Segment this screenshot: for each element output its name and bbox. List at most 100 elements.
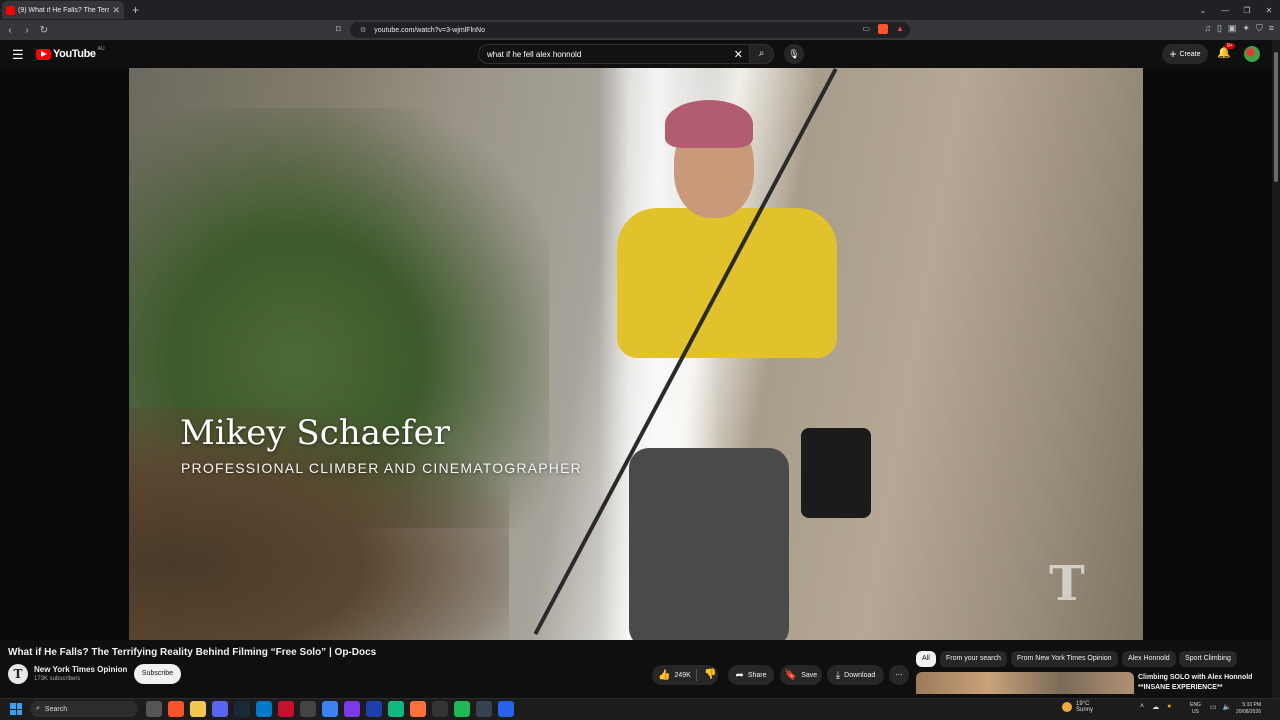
- video-scene-climber-shirt: [617, 208, 837, 358]
- chevron-down-icon[interactable]: ⌄: [1192, 6, 1214, 15]
- save-button[interactable]: 🔖 Save: [780, 665, 822, 685]
- volume-icon: 🔈: [1222, 704, 1232, 711]
- recommendation-thumbnail[interactable]: [916, 672, 1134, 694]
- clock-time: 5:10 PM: [1242, 702, 1262, 708]
- brave-icon[interactable]: [168, 701, 184, 717]
- vscode-icon[interactable]: [256, 701, 272, 717]
- app3-icon[interactable]: [344, 701, 360, 717]
- channel-avatar[interactable]: T: [8, 664, 28, 684]
- windows-start-icon[interactable]: [10, 703, 22, 715]
- subscriber-count: 173K subscribers: [34, 676, 81, 682]
- subscribe-button[interactable]: Subscribe: [134, 664, 181, 684]
- file-explorer-icon[interactable]: [190, 701, 206, 717]
- chip-alex-honnold[interactable]: Alex Honnold: [1122, 651, 1176, 667]
- download-button[interactable]: ⤓ Download: [827, 665, 884, 685]
- notification-count-badge: 9+: [1225, 43, 1235, 49]
- minimize-icon[interactable]: —: [1214, 6, 1236, 15]
- back-icon[interactable]: ‹: [3, 25, 17, 36]
- firefox-icon[interactable]: [410, 701, 426, 717]
- tray-mic-icon[interactable]: ●: [1167, 703, 1171, 711]
- close-tab-icon[interactable]: ✕: [112, 5, 120, 16]
- account-avatar[interactable]: [1244, 46, 1260, 62]
- youtube-favicon-icon: [6, 5, 15, 15]
- app5-icon[interactable]: [388, 701, 404, 717]
- quick-settings[interactable]: ▭ 🔈: [1210, 703, 1231, 711]
- clock-date: 20/08/2026: [1236, 709, 1262, 715]
- sidebar-icon[interactable]: ▯: [1217, 23, 1222, 34]
- cast-icon[interactable]: ▭: [863, 24, 871, 34]
- search-input[interactable]: what if he fell alex honnold ✕: [478, 44, 750, 64]
- chevron-up-icon[interactable]: ˄: [1140, 703, 1144, 711]
- new-tab-icon[interactable]: +: [132, 3, 139, 17]
- youtube-play-icon: [36, 48, 51, 60]
- url-text[interactable]: youtube.com/watch?v=3-wjmlFlnNo: [374, 27, 485, 34]
- forward-icon[interactable]: ›: [20, 25, 34, 36]
- steam-icon[interactable]: [234, 701, 250, 717]
- video-scene-climber-legs: [629, 448, 789, 640]
- network-icon: ▭: [1210, 704, 1217, 711]
- create-button[interactable]: + Create: [1162, 44, 1208, 64]
- app-icon[interactable]: [278, 701, 294, 717]
- like-button[interactable]: 👍 249K 👎: [652, 665, 718, 685]
- youtube-wordmark: YouTube: [53, 48, 96, 60]
- share-icon: ➦: [735, 669, 744, 681]
- tray-app-icon[interactable]: ☁: [1152, 703, 1159, 711]
- chip-from-your-search[interactable]: From your search: [940, 651, 1007, 667]
- menu-icon[interactable]: ≡: [1269, 23, 1274, 34]
- terminal-icon[interactable]: [432, 701, 448, 717]
- thumbs-down-icon[interactable]: 👎: [704, 669, 716, 680]
- taskbar: ⌕ Search 19°C Sunny ˄ ☁ ● ENG US ▭ 🔈 5:1…: [0, 698, 1280, 720]
- page-scrollbar[interactable]: [1272, 40, 1280, 700]
- github-icon[interactable]: [300, 701, 316, 717]
- video-scene-climber-helmet: [665, 100, 753, 148]
- browser-toolbar: ‹ › ↻ ⌑ ⚙ youtube.com/watch?v=3-wjmlFlnN…: [0, 20, 1280, 40]
- browser-tab[interactable]: (9) What if He Falls? The Terri ✕: [2, 1, 124, 19]
- bookmark-save-icon: 🔖: [784, 669, 798, 681]
- taskbar-search[interactable]: ⌕ Search: [30, 701, 138, 717]
- clear-search-icon[interactable]: ✕: [734, 48, 743, 61]
- task-view-icon[interactable]: [146, 701, 162, 717]
- notifications-button[interactable]: 🔔 9+: [1217, 43, 1235, 59]
- clock[interactable]: 5:10 PM 20/08/2026: [1236, 702, 1261, 716]
- video-scene-camera: [801, 428, 871, 518]
- address-bar[interactable]: ⌑ ⚙ youtube.com/watch?v=3-wjmlFlnNo ▭ ▲: [336, 22, 910, 38]
- discord-icon[interactable]: [212, 701, 228, 717]
- app4-icon[interactable]: [366, 701, 382, 717]
- reload-icon[interactable]: ↻: [37, 25, 51, 36]
- spotify-icon[interactable]: [454, 701, 470, 717]
- channel-name[interactable]: New York Times Opinion: [34, 665, 127, 674]
- brave-shield-icon[interactable]: [878, 24, 889, 34]
- chip-from-nyt-opinion[interactable]: From New York Times Opinion: [1011, 651, 1118, 667]
- restore-icon[interactable]: ❐: [1236, 6, 1258, 15]
- site-info-icon[interactable]: ⚙: [360, 26, 366, 34]
- voice-search-button[interactable]: 🎙: [784, 44, 804, 64]
- chip-all[interactable]: All: [916, 651, 936, 667]
- app6-icon[interactable]: [476, 701, 492, 717]
- language-indicator[interactable]: ENG US: [1190, 702, 1201, 716]
- nyt-watermark-logo: T: [1049, 556, 1085, 612]
- vpn-icon[interactable]: ⛉: [1256, 23, 1263, 34]
- app7-icon[interactable]: [498, 701, 514, 717]
- hamburger-menu-icon[interactable]: ☰: [12, 47, 24, 63]
- chip-sport-climbing[interactable]: Sport Climbing: [1179, 651, 1237, 667]
- lower-third-role: PROFESSIONAL CLIMBER AND CINEMATOGRAPHER: [181, 460, 582, 476]
- more-actions-button[interactable]: ⋯: [889, 665, 909, 685]
- scrollbar-thumb[interactable]: [1274, 52, 1278, 182]
- search-icon: ⌕: [758, 48, 765, 59]
- weather-widget[interactable]: 19°C Sunny: [1062, 701, 1093, 713]
- share-button[interactable]: ➦ Share: [728, 665, 774, 685]
- bookmark-icon[interactable]: ⌑: [336, 24, 341, 35]
- recommendation-title[interactable]: Climbing SOLO with Alex Honnold **INSANE…: [1138, 673, 1268, 693]
- search-query[interactable]: what if he fell alex honnold: [487, 50, 581, 59]
- music-icon[interactable]: ♫: [1204, 23, 1211, 34]
- rewards-icon[interactable]: ▲: [896, 24, 904, 34]
- youtube-logo[interactable]: YouTube AU: [36, 46, 105, 60]
- search-button[interactable]: ⌕: [750, 44, 774, 64]
- puzzle-icon[interactable]: ✦: [1242, 23, 1250, 34]
- taskbar-apps: [146, 701, 514, 717]
- video-title: What if He Falls? The Terrifying Reality…: [8, 647, 377, 658]
- close-window-icon[interactable]: ✕: [1258, 6, 1280, 15]
- video-player[interactable]: Mikey Schaefer PROFESSIONAL CLIMBER AND …: [129, 68, 1143, 640]
- app2-icon[interactable]: [322, 701, 338, 717]
- wallet-icon[interactable]: ▣: [1228, 23, 1237, 34]
